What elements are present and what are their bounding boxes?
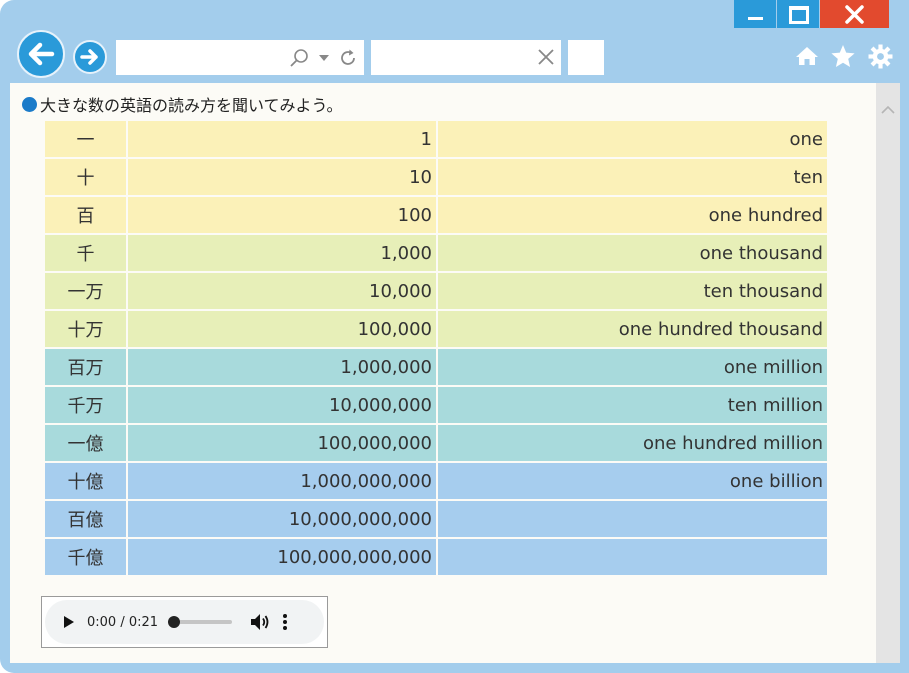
number-cell: 1,000,000 [126, 347, 438, 387]
number-cell: 1 [126, 119, 438, 159]
maximize-button[interactable] [777, 0, 819, 28]
english-cell [436, 499, 829, 539]
table-row: 百億 10,000,000,000 [43, 499, 829, 539]
kanji-cell: 十 [43, 157, 128, 197]
number-cell: 10,000,000 [126, 385, 438, 425]
bullet-icon [22, 96, 37, 112]
audio-player: 0:00 / 0:21 [41, 596, 328, 648]
arrow-right-icon [80, 49, 98, 65]
play-icon[interactable] [63, 615, 75, 629]
table-row: 百 100 one hundred [43, 195, 829, 235]
english-cell: one hundred thousand [436, 309, 829, 349]
clear-icon[interactable] [537, 48, 555, 66]
seek-slider[interactable] [168, 616, 233, 628]
gear-icon[interactable] [868, 44, 893, 69]
number-cell: 100,000,000,000 [126, 537, 438, 577]
number-cell: 100 [126, 195, 438, 235]
english-cell [436, 537, 829, 577]
volume-icon[interactable] [250, 613, 270, 631]
english-cell: one thousand [436, 233, 829, 273]
dropdown-icon[interactable] [318, 54, 330, 62]
kanji-cell: 百億 [43, 499, 128, 539]
arrow-left-icon [28, 42, 55, 66]
kanji-cell: 十万 [43, 309, 128, 349]
kanji-cell: 千 [43, 233, 128, 273]
forward-button[interactable] [73, 40, 107, 74]
kanji-cell: 一億 [43, 423, 128, 463]
number-cell: 100,000,000 [126, 423, 438, 463]
home-icon[interactable] [795, 44, 819, 68]
address-bar[interactable] [116, 40, 364, 75]
tab-search-input[interactable] [371, 40, 561, 75]
kanji-cell: 千億 [43, 537, 128, 577]
search-icon [290, 49, 308, 67]
table-row: 百万 1,000,000 one million [43, 347, 829, 387]
table-row: 一万 10,000 ten thousand [43, 271, 829, 311]
close-icon [845, 5, 864, 24]
more-options-icon[interactable] [282, 613, 288, 631]
page-heading: 大きな数の英語の読み方を聞いてみよう。 [22, 92, 343, 116]
number-cell: 100,000 [126, 309, 438, 349]
english-cell: ten million [436, 385, 829, 425]
close-button[interactable] [820, 0, 889, 28]
seek-handle[interactable] [168, 616, 181, 628]
number-cell: 10 [126, 157, 438, 197]
page-content: 大きな数の英語の読み方を聞いてみよう。 一 1 one 十 10 ten 百 1… [10, 83, 876, 663]
vertical-scrollbar[interactable] [876, 83, 900, 663]
table-row: 千万 10,000,000 ten million [43, 385, 829, 425]
table-row: 一億 100,000,000 one hundred million [43, 423, 829, 463]
number-cell: 1,000,000,000 [126, 461, 438, 501]
refresh-icon[interactable] [338, 48, 358, 68]
star-icon[interactable] [830, 44, 856, 68]
english-cell: one hundred million [436, 423, 829, 463]
kanji-cell: 百 [43, 195, 128, 235]
english-cell: one hundred [436, 195, 829, 235]
minimize-button[interactable] [734, 0, 776, 28]
table-row: 十億 1,000,000,000 one billion [43, 461, 829, 501]
audio-time: 0:00 / 0:21 [87, 614, 159, 630]
english-cell: ten thousand [436, 271, 829, 311]
kanji-cell: 一 [43, 119, 128, 159]
browser-window: 大きな数の英語の読み方を聞いてみよう。 一 1 one 十 10 ten 百 1… [0, 0, 909, 673]
table-row: 十万 100,000 one hundred thousand [43, 309, 829, 349]
number-cell: 10,000,000,000 [126, 499, 438, 539]
audio-controls: 0:00 / 0:21 [45, 600, 324, 644]
english-cell: one billion [436, 461, 829, 501]
kanji-cell: 十億 [43, 461, 128, 501]
english-cell: ten [436, 157, 829, 197]
number-cell: 1,000 [126, 233, 438, 273]
english-cell: one [436, 119, 829, 159]
kanji-cell: 千万 [43, 385, 128, 425]
new-tab-button[interactable] [568, 40, 604, 75]
back-button[interactable] [17, 30, 65, 78]
kanji-cell: 一万 [43, 271, 128, 311]
table-row: 千 1,000 one thousand [43, 233, 829, 273]
kanji-cell: 百万 [43, 347, 128, 387]
heading-text: 大きな数の英語の読み方を聞いてみよう。 [40, 96, 343, 115]
table-row: 千億 100,000,000,000 [43, 537, 829, 577]
english-cell: one million [436, 347, 829, 387]
number-cell: 10,000 [126, 271, 438, 311]
table-row: 一 1 one [43, 119, 829, 159]
chevron-up-icon[interactable] [881, 105, 895, 114]
number-table: 一 1 one 十 10 ten 百 100 one hundred 千 1,0… [43, 119, 829, 577]
table-row: 十 10 ten [43, 157, 829, 197]
